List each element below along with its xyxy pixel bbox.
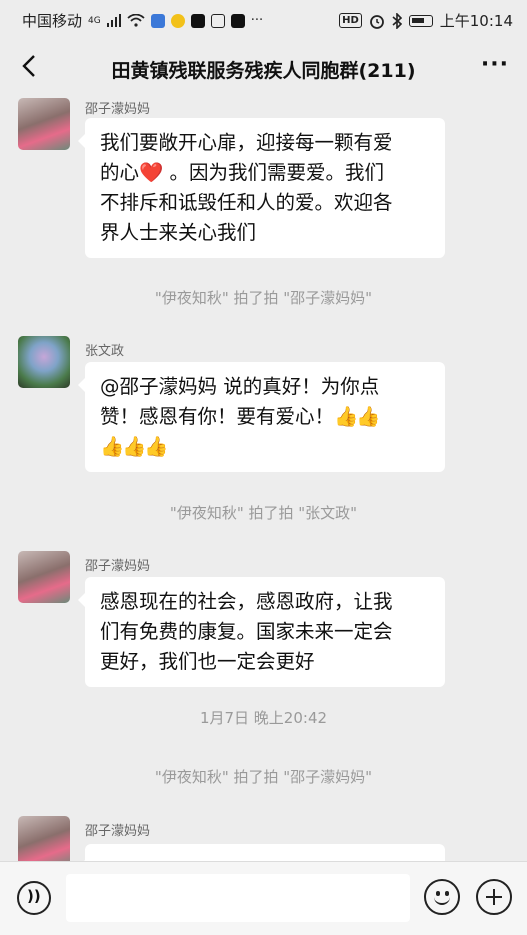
carrier-label: 中国移动	[22, 12, 83, 30]
thumbs-up-emoji-icon: 👍	[334, 405, 359, 428]
message-line: 们有免费的康复。国家未来一定会	[100, 620, 393, 643]
status-bar: 中国移动 4G ··· HD 上午10:14	[0, 0, 527, 38]
bluetooth-icon	[392, 12, 402, 29]
wifi-icon	[127, 14, 145, 27]
message-line: 👍👍👍	[100, 432, 430, 462]
sender-name: 邵子濛妈妈	[85, 102, 151, 117]
sender-name: 邵子濛妈妈	[85, 559, 151, 574]
input-bar: ))	[0, 861, 527, 935]
avatar[interactable]	[18, 336, 70, 388]
alipay-icon	[210, 13, 225, 28]
chat-title: 田黄镇残联服务残疾人同胞群(211)	[111, 60, 416, 82]
message-line: 感恩现在的社会，感恩政府，让我	[100, 590, 393, 613]
chat-area[interactable]: 邵子濛妈妈 我们要敞开心扉，迎接每一颗有爱 的心❤️ 。因为我们需要爱。我们 不…	[0, 96, 527, 861]
message-line: 不排斥和诋毁任和人的爱。欢迎各	[100, 191, 393, 214]
avatar[interactable]	[18, 98, 70, 150]
sender-name: 邵子濛妈妈	[85, 824, 151, 839]
message-bubble[interactable]	[78, 844, 445, 861]
message-line: 界人士来关心我们	[100, 221, 257, 244]
message-line: 赞！感恩有你！要有爱心！👍👍	[100, 402, 430, 432]
thumbs-up-emoji-icon: 👍	[122, 435, 147, 458]
avatar[interactable]	[18, 816, 70, 861]
thumbs-up-emoji-icon: 👍	[100, 435, 125, 458]
sender-name: 张文政	[85, 344, 125, 359]
message-bubble[interactable]: 感恩现在的社会，感恩政府，让我 们有免费的康复。国家未来一定会 更好，我们也一定…	[78, 577, 445, 687]
more-dots-icon[interactable]: ···	[481, 52, 509, 77]
emoji-icon[interactable]	[424, 879, 460, 915]
tiktok-icon	[190, 13, 205, 28]
message-line: 我们要敞开心扉，迎接每一颗有爱	[100, 131, 393, 154]
message-line: @邵子濛妈妈 说的真好！为你点	[100, 375, 380, 398]
network-type: 4G	[88, 15, 101, 26]
chat-header: 田黄镇残联服务残疾人同胞群(211) ···	[0, 38, 527, 96]
app-notification-icon	[170, 13, 185, 28]
timestamp: 1月7日 晚上20:42	[199, 709, 328, 727]
message-text: 的心	[100, 161, 140, 184]
system-notice: "伊夜知秋" 拍了拍 "邵子濛妈妈"	[154, 289, 373, 307]
clock: 上午10:14	[439, 12, 513, 30]
message-bubble[interactable]: @邵子濛妈妈 说的真好！为你点 赞！感恩有你！要有爱心！👍👍 👍👍👍	[78, 362, 445, 472]
avatar[interactable]	[18, 551, 70, 603]
app-notification-icon	[150, 13, 165, 28]
message-bubble[interactable]: 我们要敞开心扉，迎接每一颗有爱 的心❤️ 。因为我们需要爱。我们 不排斥和诋毁任…	[78, 118, 445, 258]
signal-icon	[106, 14, 121, 27]
battery-icon	[408, 14, 433, 27]
more-notifications-icon: ···	[250, 13, 264, 28]
message-line: 更好，我们也一定会更好	[100, 650, 315, 673]
message-text: 赞！感恩有你！要有爱心！	[100, 405, 335, 428]
alarm-icon	[369, 14, 384, 29]
system-notice: "伊夜知秋" 拍了拍 "邵子濛妈妈"	[154, 768, 373, 786]
thumbs-up-emoji-icon: 👍	[144, 435, 169, 458]
message-input[interactable]	[66, 874, 410, 922]
message-text: 。因为我们需要爱。我们	[163, 161, 384, 184]
message-line: 的心❤️ 。因为我们需要爱。我们	[100, 158, 430, 188]
voice-icon[interactable]: ))	[17, 881, 51, 915]
hd-badge: HD	[339, 13, 362, 28]
heart-emoji-icon: ❤️	[139, 161, 164, 184]
plus-icon[interactable]	[476, 879, 512, 915]
system-notice: "伊夜知秋" 拍了拍 "张文政"	[169, 504, 358, 522]
capcut-icon	[230, 13, 245, 28]
thumbs-up-emoji-icon: 👍	[356, 405, 381, 428]
